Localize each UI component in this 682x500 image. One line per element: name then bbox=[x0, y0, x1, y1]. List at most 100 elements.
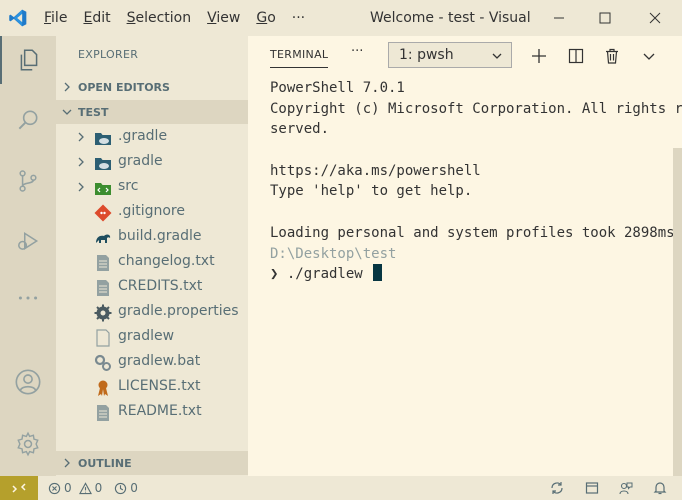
menu-bar: File Edit Selection View Go ··· bbox=[36, 0, 313, 36]
error-count: 0 bbox=[64, 481, 72, 495]
text-file-icon bbox=[97, 405, 109, 421]
warning-icon bbox=[78, 481, 92, 494]
section-test-label: TEST bbox=[78, 105, 109, 119]
feedback-button[interactable] bbox=[614, 476, 638, 500]
close-icon bbox=[649, 12, 661, 24]
terminal-output[interactable]: PowerShell 7.0.1 Copyright (c) Microsoft… bbox=[270, 78, 682, 285]
terminal-panel: TERMINAL ··· 1: pwsh PowerShell 7.0.1 Co… bbox=[248, 36, 682, 476]
problems-status[interactable]: 0 0 bbox=[48, 481, 102, 495]
layout-button[interactable] bbox=[580, 476, 604, 500]
sync-icon bbox=[551, 482, 563, 494]
file-name: LICENSE.txt bbox=[118, 378, 201, 394]
terminal-select[interactable]: 1: pwsh bbox=[388, 42, 512, 68]
plus-icon bbox=[532, 49, 546, 63]
split-terminal-button[interactable] bbox=[564, 44, 588, 68]
tab-terminal[interactable]: TERMINAL bbox=[270, 48, 329, 68]
search-button[interactable] bbox=[0, 96, 56, 144]
tree-item-license[interactable]: LICENSE.txt bbox=[56, 375, 248, 400]
remote-button[interactable] bbox=[0, 476, 38, 500]
tree-item-src[interactable]: src bbox=[56, 175, 248, 200]
notifications-button[interactable] bbox=[648, 476, 672, 500]
text-file-icon bbox=[97, 255, 109, 271]
source-control-button[interactable] bbox=[0, 157, 56, 205]
remote-icon bbox=[12, 483, 26, 493]
split-icon bbox=[568, 48, 584, 64]
chevron-right-icon bbox=[78, 157, 84, 167]
terminal-line: Loading personal and system profiles too… bbox=[270, 224, 682, 241]
terminal-line: https://aka.ms/powershell bbox=[270, 162, 481, 179]
file-name: gradlew.bat bbox=[118, 353, 201, 369]
file-name: build.gradle bbox=[118, 228, 202, 244]
menu-view[interactable]: View bbox=[199, 0, 248, 36]
license-icon bbox=[98, 380, 108, 396]
chevron-down-icon bbox=[492, 53, 502, 59]
collapse-panel-button[interactable] bbox=[637, 44, 661, 68]
sidebar-title: EXPLORER bbox=[78, 48, 139, 61]
source-control-icon bbox=[19, 170, 37, 192]
more-icon: ··· bbox=[351, 44, 364, 59]
manage-button[interactable] bbox=[0, 420, 56, 468]
terminal-cwd: D:\Desktop\test bbox=[270, 245, 397, 262]
minimize-icon bbox=[554, 17, 564, 19]
tree-item-readme[interactable]: README.txt bbox=[56, 400, 248, 425]
file-name: src bbox=[118, 178, 139, 194]
tree-item-gradle[interactable]: gradle bbox=[56, 150, 248, 175]
terminal-line: served. bbox=[270, 121, 330, 138]
tree-item-build-gradle[interactable]: build.gradle bbox=[56, 225, 248, 250]
terminal-line: Copyright (c) Microsoft Corporation. All… bbox=[270, 100, 682, 117]
maximize-icon bbox=[599, 12, 611, 24]
accounts-icon bbox=[15, 369, 41, 395]
sync-button[interactable] bbox=[545, 476, 569, 500]
file-name: gradle bbox=[118, 153, 163, 169]
more-views-button[interactable] bbox=[0, 274, 56, 322]
tree-item-gradlew[interactable]: gradlew bbox=[56, 325, 248, 350]
tree-item-credits[interactable]: CREDITS.txt bbox=[56, 275, 248, 300]
terminal-cursor bbox=[372, 264, 382, 282]
new-terminal-button[interactable] bbox=[527, 44, 551, 68]
menu-go[interactable]: Go bbox=[248, 0, 283, 36]
status-bar: 0 0 0 bbox=[0, 476, 682, 500]
kill-terminal-button[interactable] bbox=[600, 44, 624, 68]
chevron-right-icon bbox=[78, 182, 84, 192]
run-debug-button[interactable] bbox=[0, 217, 56, 265]
section-open-editors[interactable]: OPEN EDITORS bbox=[56, 75, 248, 99]
run-debug-icon bbox=[18, 232, 39, 250]
file-name: .gitignore bbox=[118, 203, 185, 219]
trash-icon bbox=[606, 48, 618, 64]
panel-more-button[interactable]: ··· bbox=[351, 44, 363, 59]
file-name: changelog.txt bbox=[118, 253, 215, 269]
menu-selection[interactable]: Selection bbox=[119, 0, 200, 36]
minimize-button[interactable] bbox=[536, 0, 582, 36]
file-name: gradlew bbox=[118, 328, 175, 344]
explorer-button[interactable] bbox=[0, 36, 56, 84]
menu-file[interactable]: File bbox=[36, 0, 75, 36]
more-icon bbox=[18, 296, 38, 300]
tree-item-gradle-properties[interactable]: gradle.properties bbox=[56, 300, 248, 325]
manage-gear-icon bbox=[17, 431, 39, 457]
maximize-button[interactable] bbox=[582, 0, 628, 36]
terminal-select-value: 1: pwsh bbox=[399, 47, 454, 63]
tree-item-gitignore[interactable]: .gitignore bbox=[56, 200, 248, 225]
gradle-folder-icon bbox=[95, 158, 111, 170]
ports-status[interactable]: 0 bbox=[114, 481, 138, 495]
close-button[interactable] bbox=[632, 0, 678, 36]
file-name: .gradle bbox=[118, 128, 168, 144]
menu-more[interactable]: ··· bbox=[284, 0, 313, 36]
chevron-down-icon bbox=[643, 53, 655, 60]
chevron-down-icon bbox=[56, 107, 78, 117]
section-outline-label: OUTLINE bbox=[78, 456, 132, 470]
files-icon bbox=[20, 49, 38, 71]
chevron-right-icon bbox=[78, 132, 84, 142]
terminal-scrollbar[interactable] bbox=[673, 148, 682, 476]
vscode-logo-icon bbox=[0, 0, 36, 36]
tree-item-changelog[interactable]: changelog.txt bbox=[56, 250, 248, 275]
menu-edit[interactable]: Edit bbox=[75, 0, 118, 36]
tree-item-dot-gradle[interactable]: .gradle bbox=[56, 125, 248, 150]
chevron-right-icon bbox=[56, 458, 78, 468]
tree-item-gradlew-bat[interactable]: gradlew.bat bbox=[56, 350, 248, 375]
section-outline[interactable]: OUTLINE bbox=[56, 451, 248, 475]
text-file-icon bbox=[97, 280, 109, 296]
section-test[interactable]: TEST bbox=[56, 100, 248, 124]
accounts-button[interactable] bbox=[0, 358, 56, 406]
